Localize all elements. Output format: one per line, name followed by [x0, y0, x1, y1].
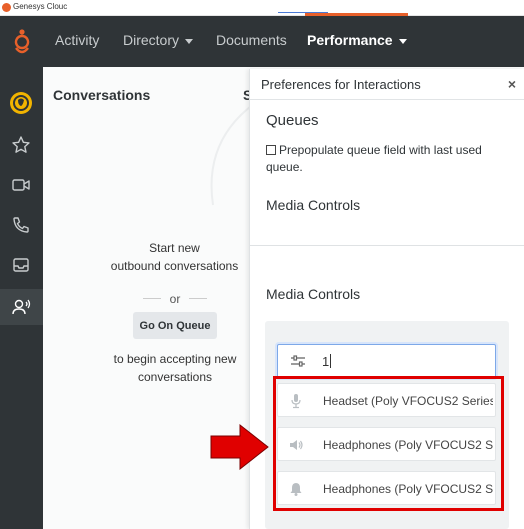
window-title: Genesys Clouc	[13, 2, 68, 11]
sliders-icon	[290, 354, 306, 373]
device-search-input[interactable]: 1	[277, 344, 496, 378]
device-search-value: 1	[322, 354, 332, 369]
nav-directory[interactable]: Directory	[123, 32, 194, 48]
prepopulate-label-2: queue.	[266, 160, 303, 174]
start-new-line-2: outbound conversations	[110, 259, 239, 273]
queues-heading: Queues	[266, 112, 319, 129]
begin-line-1: to begin accepting new	[113, 352, 237, 366]
text-cursor	[330, 354, 332, 368]
window-titlebar: Genesys Clouc	[0, 0, 524, 16]
media-controls-heading: Media Controls	[266, 197, 361, 213]
agent-voice-icon[interactable]	[9, 295, 33, 319]
or-divider: or	[143, 292, 207, 306]
panel-title: Preferences for Interactions	[261, 77, 421, 92]
device-search-text: 1	[322, 354, 330, 369]
or-line-right	[189, 298, 207, 299]
left-rail	[0, 67, 43, 529]
start-new-text: Start new outbound conversations	[83, 239, 266, 275]
start-new-line-1: Start new	[149, 241, 200, 255]
prepopulate-queue-option[interactable]: Prepopulate queue field with last used q…	[266, 142, 496, 176]
top-navigation: Activity Directory Documents Performance	[0, 16, 524, 67]
begin-line-2: conversations	[137, 370, 213, 384]
nav-activity[interactable]: Activity	[55, 32, 99, 48]
panel-divider	[250, 245, 524, 246]
video-icon[interactable]	[9, 173, 33, 197]
star-icon[interactable]	[9, 133, 33, 157]
prepopulate-checkbox[interactable]	[266, 145, 276, 155]
highlight-box	[273, 376, 504, 511]
begin-accepting-text: to begin accepting new conversations	[98, 350, 252, 386]
app-icon	[2, 3, 11, 12]
close-icon[interactable]: ×	[508, 76, 516, 92]
nav-directory-label: Directory	[123, 32, 180, 48]
media-controls-heading-2: Media Controls	[266, 286, 361, 302]
go-on-queue-button[interactable]: Go On Queue	[133, 312, 217, 339]
genesys-logo-icon[interactable]	[0, 16, 43, 67]
chevron-down-icon	[398, 38, 407, 44]
nav-performance-label: Performance	[307, 32, 393, 48]
nav-documents[interactable]: Documents	[216, 32, 287, 48]
nav-performance[interactable]: Performance	[307, 32, 407, 48]
conversations-title: Conversations	[53, 87, 151, 103]
or-text: or	[169, 292, 181, 306]
chevron-down-icon	[185, 38, 194, 44]
avatar[interactable]	[9, 91, 33, 115]
arrow-right-icon	[210, 423, 269, 471]
prepopulate-label-1: Prepopulate queue field with last used	[279, 143, 482, 157]
panel-header: Preferences for Interactions ×	[250, 69, 524, 100]
inbox-icon[interactable]	[9, 253, 33, 277]
phone-icon[interactable]	[9, 213, 33, 237]
